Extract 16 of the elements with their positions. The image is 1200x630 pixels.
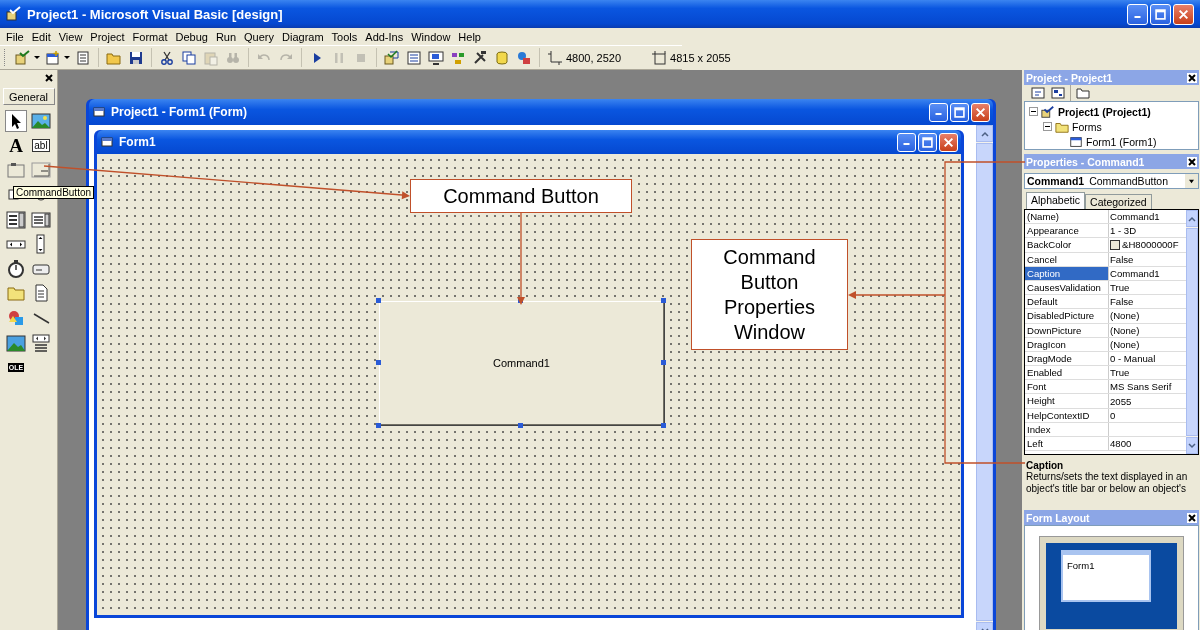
annotation-label: Command Button <box>410 179 632 213</box>
tooltip: CommandButton <box>13 186 95 199</box>
object-type: CommandButton <box>1089 175 1168 187</box>
form-preview-label: Form1 <box>1067 560 1095 571</box>
size-readout: 4815 x 2055 <box>670 51 731 64</box>
panel-title: Project - Project1 <box>1026 71 1113 84</box>
description-title: Caption <box>1026 460 1064 471</box>
panel-title: Form Layout <box>1026 511 1090 524</box>
form-title: Form1 <box>119 135 156 149</box>
window-title: Project1 - Microsoft Visual Basic [design] <box>27 6 283 22</box>
annotation-label: Command Button Properties Window <box>691 239 848 350</box>
object-name: Command1 <box>1027 175 1085 187</box>
description-text: Returns/sets the text displayed in an object's title bar or below an object's <box>1026 471 1189 495</box>
panel-title: Properties - Command1 <box>1026 155 1145 168</box>
window-title: Project1 - Form1 (Form) <box>111 105 248 119</box>
position-readout: 4800, 2520 <box>566 51 622 64</box>
